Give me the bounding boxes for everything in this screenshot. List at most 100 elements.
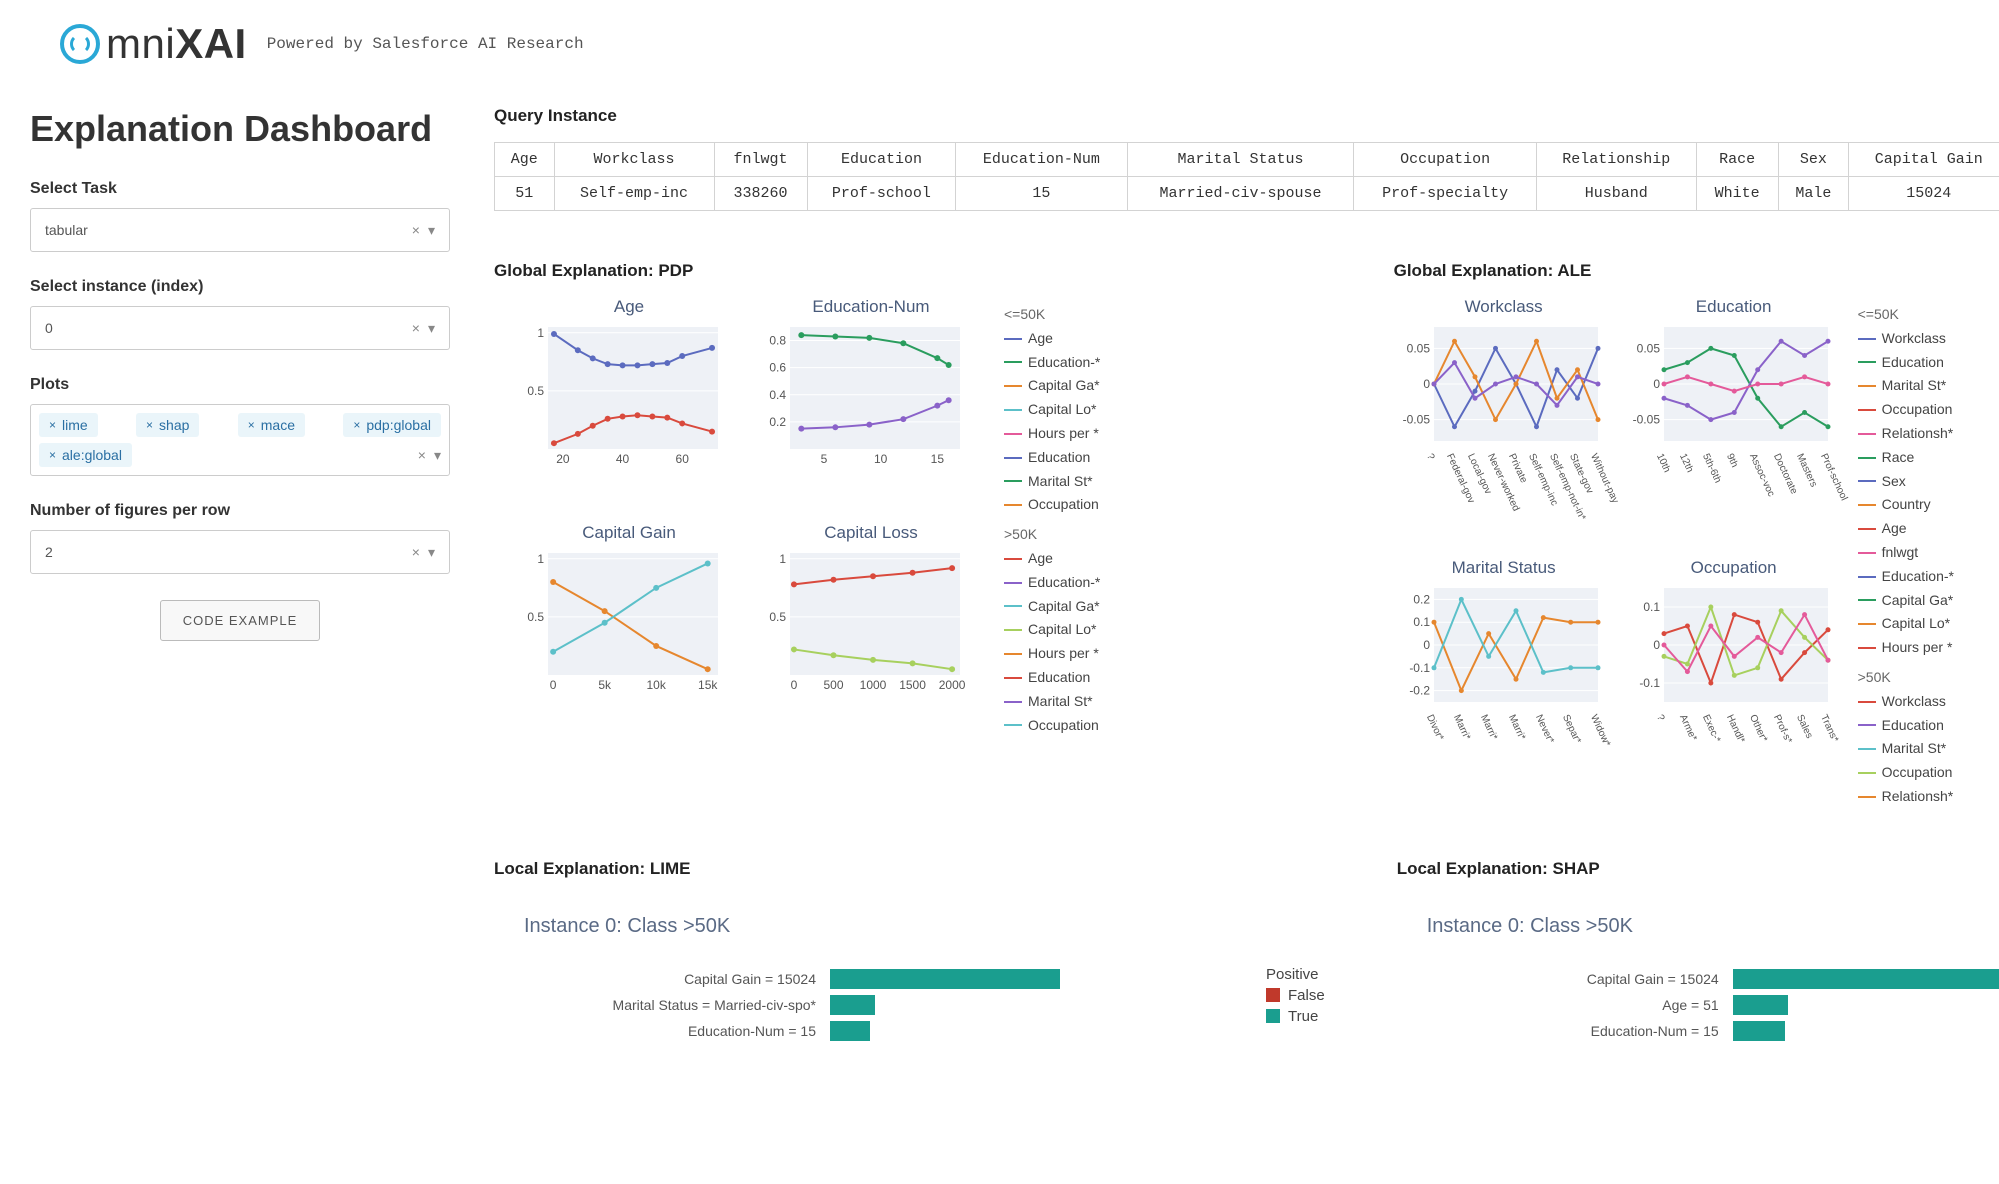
chevron-down-icon[interactable]: ▾ [428,320,435,337]
figs-select[interactable]: 2 × ▾ [30,530,450,574]
lime-title: Local Explanation: LIME [494,859,1355,879]
chart-svg: -0.100.1 [1624,580,1834,710]
chart-svg: 0.20.40.60.851015 [756,321,966,471]
plot-tag-label: ale:global [62,447,122,463]
remove-icon[interactable]: × [353,418,360,432]
header: mniXAI Powered by Salesforce AI Research [0,0,1999,78]
svg-text:0: 0 [791,678,798,692]
legend-item: Relationsh* [1858,785,1954,809]
remove-icon[interactable]: × [49,448,56,462]
legend-item: True [1266,1008,1325,1025]
clear-icon[interactable]: × [412,222,420,239]
plot-tag[interactable]: ×pdp:global [343,413,441,437]
feature-label: Capital Gain = 15024 [1427,971,1727,987]
legend-item: Marital St* [1004,690,1100,714]
feature-label: Age = 51 [1427,997,1727,1013]
legend-label: Race [1882,446,1915,470]
legend-label: Capital Ga* [1882,589,1954,613]
plot-tag[interactable]: ×shap [136,413,199,437]
legend-swatch [1004,724,1022,726]
legend-label: Country [1882,493,1931,517]
legend-label: Education [1028,446,1090,470]
svg-text:0: 0 [550,678,557,692]
figs-value: 2 [45,544,53,560]
ale-card: Global Explanation: ALE Workclass-0.0500… [1380,243,1999,827]
legend-swatch [1858,338,1876,340]
legend-item: Education [1858,714,1954,738]
svg-text:0: 0 [1423,377,1430,391]
remove-icon[interactable]: × [146,418,153,432]
plot-tag[interactable]: × ale:global [39,443,132,467]
task-select[interactable]: tabular × ▾ [30,208,450,252]
svg-text:0.5: 0.5 [769,610,786,624]
legend-label: Education [1882,351,1944,375]
clear-icon[interactable]: × [412,320,420,337]
feature-bar-row: Marital Status = Married-civ-spo* [524,992,1250,1018]
content: Query Instance AgeWorkclassfnlwgtEducati… [480,78,1999,1088]
legend-label: Capital Ga* [1028,595,1100,619]
plot-tag-label: lime [62,417,88,433]
shap-instance-title: Instance 0: Class >50K [1427,915,1999,938]
svg-text:0.4: 0.4 [769,388,786,402]
svg-text:2000: 2000 [939,678,966,692]
page-title: Explanation Dashboard [30,108,450,150]
instance-select[interactable]: 0 × ▾ [30,306,450,350]
legend-item: Capital Lo* [1004,398,1100,422]
task-control: Select Task tabular × ▾ [30,180,450,252]
chevron-down-icon[interactable]: ▾ [428,222,435,239]
legend-swatch [1004,558,1022,560]
legend-item: Hours per * [1004,642,1100,666]
legend-item: Education [1004,666,1100,690]
legend-swatch [1858,772,1876,774]
pdp-chart-grid: Age0.51204060Education-Num0.20.40.60.851… [494,297,986,737]
legend-label: Age [1028,547,1053,571]
chart-svg: 0.5105k10k15k [514,547,724,697]
feature-bar-row: Capital Gain = 15024 [524,966,1250,992]
chart-title: Age [514,297,744,317]
code-example-button[interactable]: CODE EXAMPLE [160,600,321,641]
legend-swatch [1004,457,1022,459]
legend-item: Education [1004,446,1100,470]
plot-tag[interactable]: ×mace [238,413,305,437]
legend-item: Age [1004,547,1100,571]
svg-text:1: 1 [537,326,544,340]
svg-text:5: 5 [821,452,828,466]
ale-title: Global Explanation: ALE [1394,261,1999,281]
table-cell: 15 [956,177,1127,211]
legend-label: Occupation [1882,761,1953,785]
legend-item: Capital Ga* [1004,595,1100,619]
svg-text:0.05: 0.05 [1406,341,1430,355]
remove-icon[interactable]: × [248,418,255,432]
legend-item: Country [1858,493,1954,517]
svg-text:0.8: 0.8 [769,334,786,348]
legend-swatch [1858,385,1876,387]
legend-label: Capital Lo* [1028,618,1097,642]
svg-text:5k: 5k [598,678,612,692]
feature-bar [830,969,1060,989]
remove-icon[interactable]: × [49,418,56,432]
ale-chart: Marital Status-0.2-0.100.10.2Divor*Marri… [1394,558,1614,809]
plots-multiselect[interactable]: ×lime×shap×mace×pdp:global×ale:global × … [30,404,450,476]
legend-swatch [1858,480,1876,482]
plot-tag[interactable]: × lime [39,413,98,437]
svg-text:0.6: 0.6 [769,361,786,375]
figs-label: Number of figures per row [30,502,450,520]
clear-icon[interactable]: × [412,544,420,561]
legend-item: Occupation [1858,761,1954,785]
svg-text:10k: 10k [647,678,667,692]
chevron-down-icon[interactable]: ▾ [434,447,441,464]
chevron-down-icon[interactable]: ▾ [428,544,435,561]
ale-legend: <=50KWorkclassEducationMarital St*Occupa… [1858,297,1954,809]
legend-swatch [1858,724,1876,726]
legend-item: Capital Lo* [1004,618,1100,642]
clear-icon[interactable]: × [418,447,426,464]
svg-text:1: 1 [779,552,786,566]
chart-title: Capital Loss [756,523,986,543]
feature-label: Marital Status = Married-civ-spo* [524,997,824,1013]
legend-item: Marital St* [1858,374,1954,398]
legend-group-header: <=50K [1858,303,1954,327]
legend-swatch [1004,480,1022,482]
legend-item: Capital Ga* [1004,374,1100,398]
lime-bars: Capital Gain = 15024 Marital Status = Mar… [524,966,1250,1044]
legend-label: Capital Lo* [1882,612,1951,636]
